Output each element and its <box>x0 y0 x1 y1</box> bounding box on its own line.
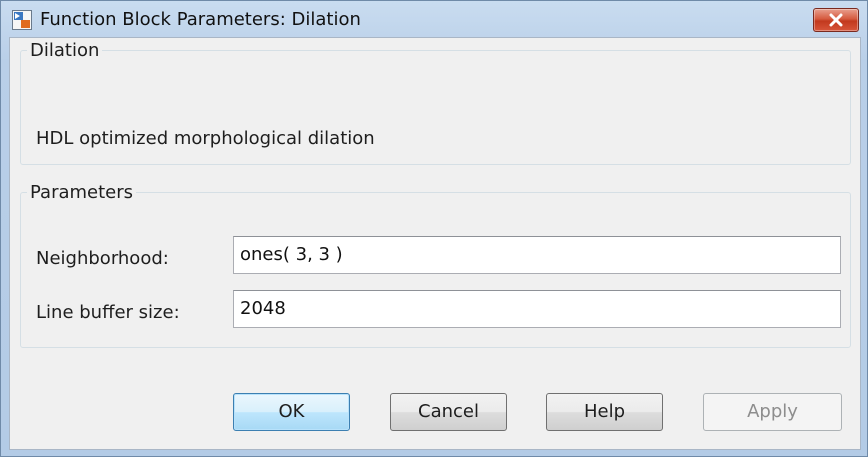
line-buffer-size-label: Line buffer size: <box>36 302 180 323</box>
cancel-button[interactable]: Cancel <box>390 393 507 431</box>
parameters-group-title: Parameters <box>30 182 134 203</box>
neighborhood-input[interactable]: ones( 3, 3 ) <box>233 236 841 274</box>
close-icon <box>829 13 843 27</box>
dialog-client-area: Dilation HDL optimized morphological dil… <box>9 37 861 450</box>
description-group-title: Dilation <box>30 40 100 61</box>
help-button[interactable]: Help <box>546 393 663 431</box>
close-button[interactable] <box>813 8 859 32</box>
apply-button[interactable]: Apply <box>703 393 842 431</box>
line-buffer-size-input[interactable]: 2048 <box>233 290 841 328</box>
title-bar[interactable]: Function Block Parameters: Dilation <box>1 1 867 37</box>
simulink-block-icon <box>12 10 32 30</box>
window-title: Function Block Parameters: Dilation <box>40 9 361 30</box>
dialog-window: Function Block Parameters: Dilation Dila… <box>0 0 868 457</box>
neighborhood-label: Neighborhood: <box>36 248 169 269</box>
block-description: HDL optimized morphological dilation <box>36 128 375 149</box>
ok-button[interactable]: OK <box>233 393 350 431</box>
